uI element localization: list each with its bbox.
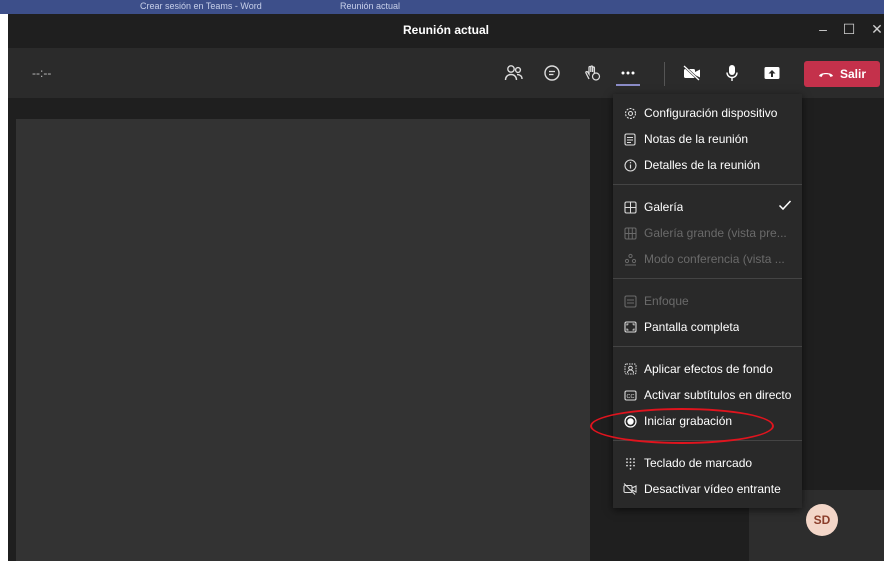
menu-item-fullscreen[interactable]: Pantalla completa xyxy=(613,314,802,340)
camera-toggle-button[interactable] xyxy=(680,62,704,84)
gear-icon xyxy=(623,106,637,120)
checkmark-icon xyxy=(778,199,792,214)
notes-icon xyxy=(623,132,637,146)
camera-off-icon xyxy=(683,65,700,81)
svg-text:CC: CC xyxy=(626,393,634,399)
chat-icon xyxy=(544,65,560,81)
minimize-button[interactable]: – xyxy=(812,21,834,37)
close-button[interactable]: ✕ xyxy=(866,21,884,38)
menu-item-turn-off-incoming-video[interactable]: Desactivar vídeo entrante xyxy=(613,476,802,502)
reactions-button[interactable] xyxy=(580,62,604,84)
record-icon xyxy=(623,414,637,428)
hang-up-icon xyxy=(818,73,833,77)
toolbar-divider xyxy=(664,62,665,86)
taskbar-strip: Crear sesión en Teams - Word Reunión act… xyxy=(0,0,884,14)
background-effects-icon xyxy=(623,362,637,376)
menu-item-label: Iniciar grabación xyxy=(644,414,733,428)
menu-item-label: Enfoque xyxy=(644,294,689,308)
more-actions-menu: Configuración dispositivo Notas de la re… xyxy=(613,94,802,508)
info-icon xyxy=(623,158,637,172)
more-actions-button[interactable] xyxy=(616,62,640,86)
share-screen-button[interactable] xyxy=(760,62,784,84)
window-title: Reunión actual xyxy=(402,23,489,37)
participants-button[interactable] xyxy=(502,62,526,84)
video-off-icon xyxy=(623,482,637,496)
menu-item-start-recording[interactable]: Iniciar grabación xyxy=(613,408,802,434)
taskbar-item-teams[interactable]: Reunión actual xyxy=(340,1,400,11)
menu-item-label: Galería xyxy=(644,200,684,214)
menu-divider xyxy=(613,346,802,347)
taskbar-item-word[interactable]: Crear sesión en Teams - Word xyxy=(140,1,262,11)
menu-item-background-effects[interactable]: Aplicar efectos de fondo xyxy=(613,356,802,382)
menu-item-label: Activar subtítulos en directo xyxy=(644,388,792,402)
people-icon xyxy=(504,65,523,81)
hand-icon xyxy=(585,65,601,81)
title-bar: Reunión actual – ☐ ✕ xyxy=(8,14,884,48)
menu-item-label: Notas de la reunión xyxy=(644,132,749,146)
grid-icon xyxy=(623,200,637,214)
leave-button[interactable]: Salir xyxy=(804,61,880,87)
menu-divider xyxy=(613,440,802,441)
menu-item-meeting-details[interactable]: Detalles de la reunión xyxy=(613,152,802,178)
menu-item-label: Pantalla completa xyxy=(644,320,740,334)
menu-item-label: Detalles de la reunión xyxy=(644,158,761,172)
dialpad-icon xyxy=(623,456,637,470)
meeting-timer: --:-- xyxy=(32,66,52,80)
menu-item-focus: Enfoque xyxy=(613,288,802,314)
menu-item-label: Teclado de marcado xyxy=(644,456,753,470)
menu-item-dial-pad[interactable]: Teclado de marcado xyxy=(613,450,802,476)
conference-icon xyxy=(623,252,637,266)
menu-item-label: Modo conferencia (vista ... xyxy=(644,252,785,266)
menu-item-meeting-notes[interactable]: Notas de la reunión xyxy=(613,126,802,152)
menu-item-label: Configuración dispositivo xyxy=(644,106,778,120)
more-icon xyxy=(621,71,635,75)
menu-item-together-mode: Modo conferencia (vista ... xyxy=(613,246,802,272)
chat-button[interactable] xyxy=(540,62,564,84)
menu-item-large-gallery: Galería grande (vista pre... xyxy=(613,220,802,246)
large-grid-icon xyxy=(623,226,637,240)
microphone-icon xyxy=(726,65,738,81)
menu-item-live-captions[interactable]: CC Activar subtítulos en directo xyxy=(613,382,802,408)
fullscreen-icon xyxy=(623,320,637,334)
menu-divider xyxy=(613,278,802,279)
menu-item-gallery[interactable]: Galería xyxy=(613,194,802,220)
menu-divider xyxy=(613,184,802,185)
meeting-toolbar: --:-- Salir xyxy=(8,48,884,98)
captions-icon: CC xyxy=(623,388,637,402)
avatar: SD xyxy=(806,504,838,536)
maximize-button[interactable]: ☐ xyxy=(838,21,860,38)
leave-label: Salir xyxy=(839,67,866,81)
menu-item-device-settings[interactable]: Configuración dispositivo xyxy=(613,100,802,126)
menu-item-label: Desactivar vídeo entrante xyxy=(644,482,781,496)
menu-item-label: Galería grande (vista pre... xyxy=(644,226,787,240)
menu-item-label: Aplicar efectos de fondo xyxy=(644,362,773,376)
share-icon xyxy=(764,67,780,79)
main-video-tile xyxy=(16,119,590,561)
mic-toggle-button[interactable] xyxy=(720,62,744,84)
focus-icon xyxy=(623,294,637,308)
